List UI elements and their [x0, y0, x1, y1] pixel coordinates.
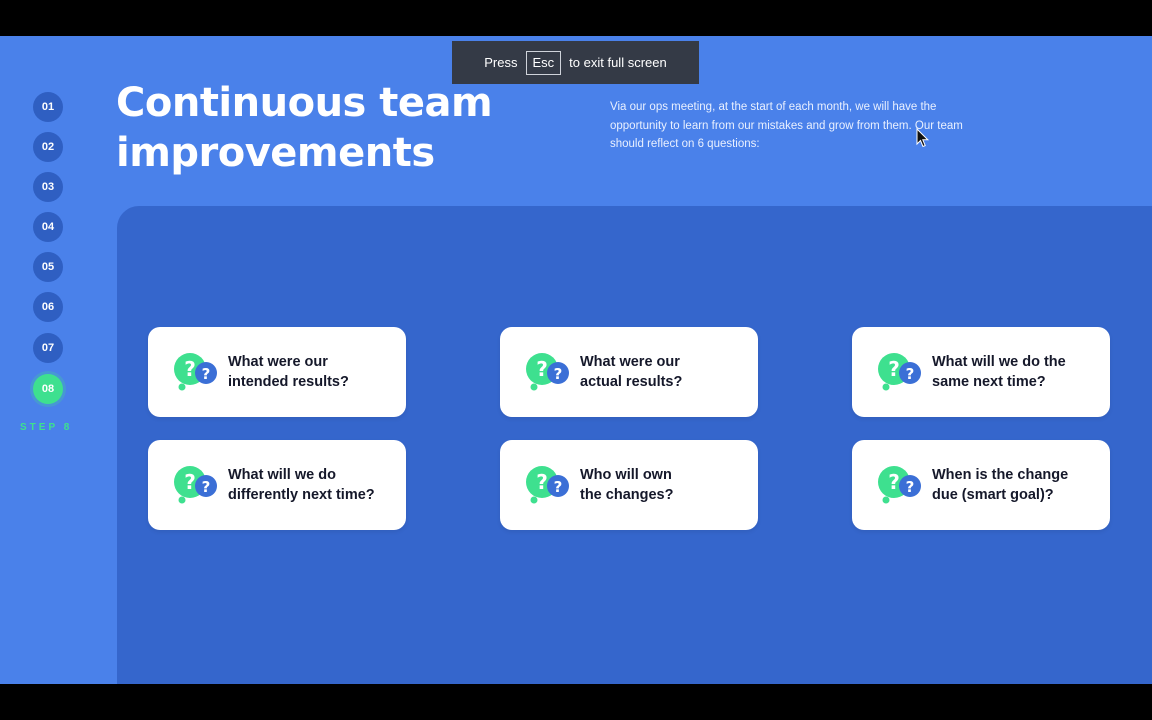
svg-text:?: ? [184, 357, 196, 381]
esc-key-badge: Esc [525, 50, 562, 75]
questions-panel: ?? What were our intended results? ?? Wh… [117, 206, 1152, 684]
svg-text:?: ? [888, 470, 900, 494]
svg-text:?: ? [554, 365, 563, 383]
step-03-button[interactable]: 03 [33, 172, 63, 202]
step-01-button[interactable]: 01 [33, 92, 63, 122]
question-card: ?? What were our intended results? [148, 327, 406, 417]
step-07-button[interactable]: 07 [33, 333, 63, 363]
question-card: ?? What will we do differently next time… [148, 440, 406, 530]
question-text: When is the change due (smart goal)? [932, 467, 1069, 503]
question-text: What will we do the same next time? [932, 354, 1066, 390]
svg-text:?: ? [202, 365, 211, 383]
question-text: What were our intended results? [228, 354, 349, 390]
mouse-pointer-icon [916, 128, 930, 148]
letterbox-bottom [0, 684, 1152, 720]
slide-title: Continuous team improvements [116, 78, 556, 178]
question-bubbles-icon: ?? [174, 353, 217, 391]
question-text: What were our actual results? [580, 354, 683, 390]
question-bubbles-icon: ?? [878, 466, 921, 504]
slide-title-line-2: improvements [116, 130, 435, 176]
letterbox-top [0, 0, 1152, 36]
question-text: Who will own the changes? [580, 467, 674, 503]
svg-text:?: ? [202, 478, 211, 496]
question-card: ?? Who will own the changes? [500, 440, 758, 530]
question-card: ?? What will we do the same next time? [852, 327, 1110, 417]
question-text: What will we do differently next time? [228, 467, 375, 503]
question-card: ?? When is the change due (smart goal)? [852, 440, 1110, 530]
svg-text:?: ? [906, 478, 915, 496]
question-bubbles-icon: ?? [526, 466, 569, 504]
svg-text:?: ? [184, 470, 196, 494]
toast-suffix-label: to exit full screen [569, 55, 667, 70]
svg-text:?: ? [888, 357, 900, 381]
step-02-button[interactable]: 02 [33, 132, 63, 162]
step-caption: STEP 8 [20, 422, 73, 433]
svg-text:?: ? [554, 478, 563, 496]
toast-press-label: Press [484, 55, 518, 70]
step-08-button-active[interactable]: 08 [33, 374, 63, 404]
svg-text:?: ? [536, 357, 548, 381]
slide-title-line-1: Continuous team [116, 80, 493, 126]
step-05-button[interactable]: 05 [33, 252, 63, 282]
svg-text:?: ? [536, 470, 548, 494]
question-bubbles-icon: ?? [878, 353, 921, 391]
question-bubbles-icon: ?? [526, 353, 569, 391]
fullscreen-exit-toast: Press Esc to exit full screen [452, 41, 699, 84]
step-06-button[interactable]: 06 [33, 292, 63, 322]
presentation-slide: 01 02 03 04 05 06 07 08 STEP 8 Continuou… [0, 36, 1152, 684]
question-bubbles-icon: ?? [174, 466, 217, 504]
svg-text:?: ? [906, 365, 915, 383]
question-card: ?? What were our actual results? [500, 327, 758, 417]
step-04-button[interactable]: 04 [33, 212, 63, 242]
